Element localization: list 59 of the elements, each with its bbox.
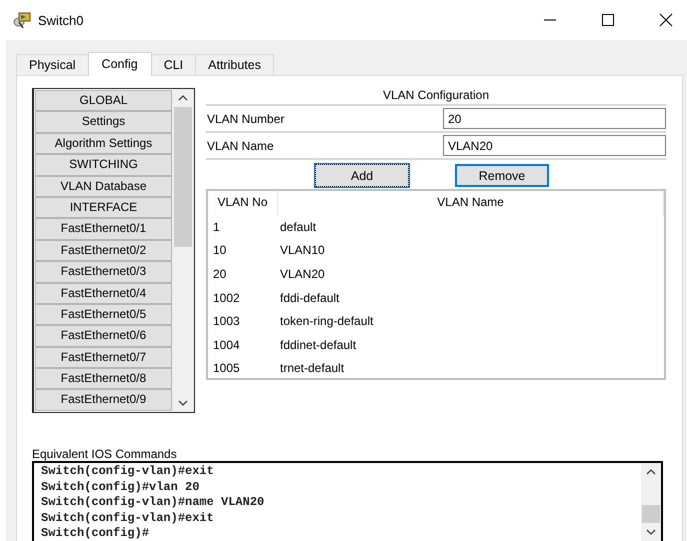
- field-label: VLAN Name: [206, 138, 274, 152]
- scroll-down-icon[interactable]: [178, 399, 188, 407]
- table-cell-text: default: [280, 220, 318, 234]
- sidebar-item[interactable]: Algorithm Settings: [35, 132, 172, 154]
- switch-app-icon: [12, 11, 32, 29]
- table-cell-text: fddinet-default: [280, 338, 358, 352]
- scroll-thumb[interactable]: [642, 505, 660, 523]
- input-field[interactable]: VLAN20: [443, 135, 666, 156]
- table-cell-text: 20: [212, 266, 228, 281]
- console-line: Switch(config)#vlan 20: [41, 480, 200, 496]
- sidebar-item[interactable]: SWITCHING: [35, 154, 172, 176]
- table-cell-text: 10: [212, 243, 228, 258]
- scroll-up-icon[interactable]: [646, 468, 656, 476]
- table-cell-text: fddi-default: [280, 290, 340, 305]
- sidebar-item[interactable]: Settings: [35, 111, 172, 133]
- close-icon[interactable]: [659, 13, 673, 27]
- sidebar-item[interactable]: INTERFACE: [35, 196, 172, 218]
- sidebar-item[interactable]: FastEthernet0/8: [35, 368, 172, 390]
- column-header[interactable]: VLAN No: [208, 191, 278, 215]
- table-cell-text: VLAN20: [280, 266, 326, 281]
- scroll-thumb[interactable]: [174, 107, 192, 247]
- table-cell-text: 1005: [212, 361, 241, 376]
- scroll-up-icon[interactable]: [178, 94, 188, 102]
- table-cell-text: trnet-default: [280, 361, 346, 376]
- sidebar-item[interactable]: FastEthernet0/2: [35, 240, 172, 262]
- console-line: Switch(config)#: [41, 526, 150, 541]
- sidebar-item[interactable]: FastEthernet0/6: [35, 325, 172, 347]
- maximize-icon[interactable]: [601, 13, 615, 27]
- input-field[interactable]: 20: [443, 108, 666, 129]
- table-cell-text: 1002: [212, 290, 241, 305]
- section-label: Equivalent IOS Commands: [32, 447, 178, 461]
- window-title: Switch0: [38, 12, 84, 28]
- sidebar-item[interactable]: FastEthernet0/1: [35, 218, 172, 240]
- scroll-down-icon[interactable]: [646, 528, 656, 536]
- remove-button[interactable]: Remove: [455, 164, 549, 187]
- tab[interactable]: Attributes: [195, 54, 274, 75]
- table-cell-text: 1003: [212, 314, 241, 328]
- tab[interactable]: Config: [88, 52, 152, 76]
- sidebar-item[interactable]: GLOBAL: [35, 90, 172, 112]
- table-cell-text: token-ring-default: [280, 314, 374, 328]
- table-cell-text: 1: [212, 220, 221, 234]
- table-cell-text: VLAN10: [280, 243, 326, 258]
- sidebar-item[interactable]: FastEthernet0/4: [35, 282, 172, 304]
- console-line: Switch(config-vlan)#name VLAN20: [41, 495, 266, 511]
- section-title: VLAN Configuration: [206, 88, 666, 106]
- scrollbar[interactable]: [641, 463, 661, 541]
- tab[interactable]: Physical: [16, 54, 89, 75]
- sidebar-item[interactable]: FastEthernet0/3: [35, 261, 172, 283]
- console-line: Switch(config-vlan)#exit: [41, 510, 215, 526]
- sidebar-item[interactable]: FastEthernet0/9: [35, 389, 172, 411]
- sidebar-item[interactable]: FastEthernet0/5: [35, 304, 172, 326]
- column-header[interactable]: VLAN Name: [278, 191, 664, 215]
- sidebar-item[interactable]: VLAN Database: [35, 176, 172, 197]
- field-label: VLAN Number: [206, 112, 284, 126]
- scrollbar[interactable]: [172, 89, 194, 412]
- console-line: Switch(config-vlan)#exit: [41, 464, 215, 480]
- table-cell-text: 1004: [212, 338, 241, 352]
- sidebar-item[interactable]: FastEthernet0/7: [35, 346, 172, 368]
- add-button[interactable]: Add: [315, 164, 409, 187]
